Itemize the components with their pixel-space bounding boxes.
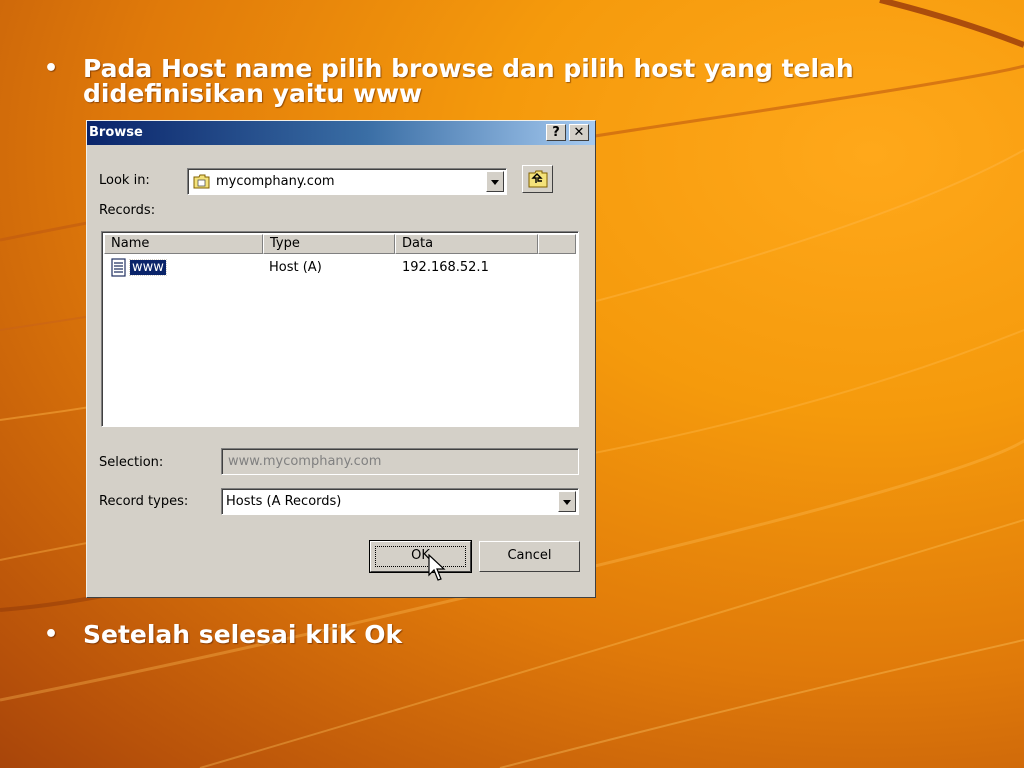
dialog-title: Browse <box>89 125 143 140</box>
bullet-dot: • <box>44 56 59 81</box>
up-folder-icon <box>528 170 548 188</box>
records-label: Records: <box>99 203 156 218</box>
bullet-2-text: Setelah selesai klik Ok <box>83 620 403 649</box>
record-icon <box>111 258 126 277</box>
look-in-label: Look in: <box>99 173 150 188</box>
selection-label: Selection: <box>99 455 164 470</box>
ok-button[interactable]: OK <box>369 540 472 573</box>
column-header-data[interactable]: Data <box>395 234 538 254</box>
dropdown-arrow-icon[interactable] <box>558 491 576 512</box>
dropdown-arrow-icon[interactable] <box>486 171 504 192</box>
cancel-button[interactable]: Cancel <box>479 541 580 572</box>
close-button[interactable]: ✕ <box>569 124 589 141</box>
bullet-dot: • <box>44 622 59 647</box>
record-type: Host (A) <box>269 260 322 275</box>
bullet-1-line-1: Pada Host name pilih browse dan pilih ho… <box>83 54 854 83</box>
focus-rect <box>375 546 466 567</box>
selection-field: www.mycomphany.com <box>221 448 579 475</box>
record-types-value: Hosts (A Records) <box>226 494 342 509</box>
column-header-type[interactable]: Type <box>263 234 395 254</box>
records-list[interactable]: Name Type Data www Host (A) 192.168.52.1 <box>101 231 579 427</box>
selection-value: www.mycomphany.com <box>228 454 382 469</box>
browse-dialog: Browse ? ✕ Look in: mycomphany.com Recor… <box>86 120 596 598</box>
look-in-dropdown[interactable]: mycomphany.com <box>187 168 507 195</box>
dialog-titlebar[interactable]: Browse ? ✕ <box>87 121 595 145</box>
up-folder-button[interactable] <box>522 165 553 193</box>
record-types-label: Record types: <box>99 494 189 509</box>
column-header-empty <box>538 234 576 254</box>
record-data: 192.168.52.1 <box>402 260 489 275</box>
look-in-value: mycomphany.com <box>216 174 335 189</box>
mouse-cursor-icon <box>428 554 446 581</box>
help-button[interactable]: ? <box>546 124 566 141</box>
record-name[interactable]: www <box>129 259 167 276</box>
record-types-dropdown[interactable]: Hosts (A Records) <box>221 488 579 515</box>
folder-icon <box>193 174 210 189</box>
column-header-name[interactable]: Name <box>104 234 263 254</box>
bullet-1-line-2: didefinisikan yaitu www <box>83 79 423 108</box>
